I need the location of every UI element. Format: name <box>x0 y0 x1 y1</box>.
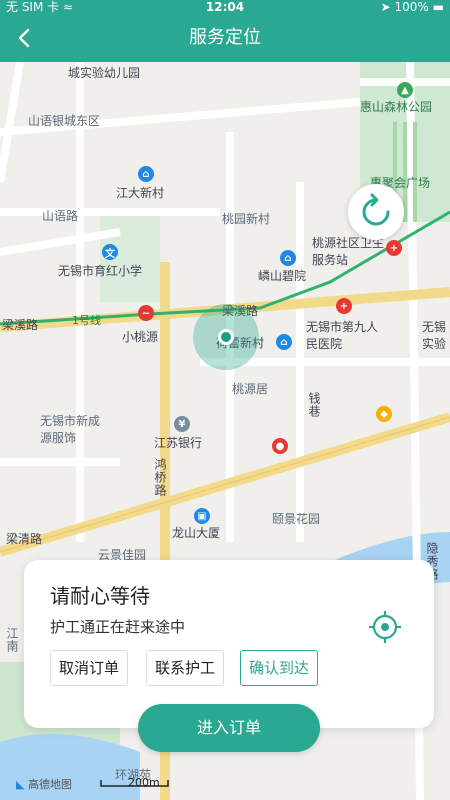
map-label-hongqiao: 鸿桥路 <box>153 458 167 497</box>
status-card: 请耐心等待 护工通正在赶来途中 取消订单 联系护工 确认到达 <box>24 560 434 728</box>
clinic-icon: + <box>386 240 402 256</box>
bank-icon: ¥ <box>174 416 190 432</box>
map-label-yijing: 颐景花园 <box>272 512 321 526</box>
cancel-order-button[interactable]: 取消订单 <box>50 650 129 686</box>
map-label-left-vert: 江南 <box>5 627 19 653</box>
card-title: 请耐心等待 <box>50 584 150 608</box>
food-icon: ● <box>272 438 288 454</box>
map-label-chengyuan: 无锡市新成源服饰 <box>40 414 101 445</box>
map-label-shanyin: 山语银城东区 <box>28 114 101 128</box>
building-icon: ▣ <box>194 508 210 524</box>
map-label-yuhong-school: 无锡市育红小学 <box>58 264 143 278</box>
status-bar: 无 SIM 卡 ≈ 12:04 ➤ 100% ▬ <box>0 0 450 14</box>
refresh-icon <box>362 193 390 226</box>
hospital-icon: + <box>336 298 352 314</box>
back-button[interactable] <box>10 24 38 52</box>
map-attribution-text: 高德地图 <box>27 778 72 791</box>
enter-order-button[interactable]: 进入订单 <box>138 704 320 752</box>
chevron-left-icon <box>18 28 30 48</box>
crosshair-icon <box>369 611 401 643</box>
map-label-line1: 1号线 <box>72 314 101 327</box>
contact-caregiver-button[interactable]: 联系护工 <box>146 650 225 686</box>
nav-bar: 服务定位 <box>0 14 450 62</box>
map-label-yuanbiyuan: 嶙山碧院 <box>258 269 307 283</box>
map-label-taoyuan: 桃园新村 <box>222 212 271 226</box>
house-icon: ⌂ <box>138 166 154 182</box>
map-label-kindergarten: 城实验幼儿园 <box>68 66 141 80</box>
map-label-wuxi-right: 无锡实验 <box>422 320 447 351</box>
scale-label: 200m <box>128 776 160 789</box>
confirm-arrival-button[interactable]: 确认到达 <box>240 650 319 686</box>
location-arrow-icon: ➤ <box>380 0 391 14</box>
map-label-taoyuanju: 桃源居 <box>232 382 269 396</box>
map-label-qianxiang: 钱巷 <box>307 392 321 418</box>
metro-station-icon: ~ <box>138 305 154 321</box>
battery-icon: ▬ <box>432 0 444 14</box>
map-label-xiaotaoyuan: 小桃源 <box>122 330 159 344</box>
battery-label: ➤ 100% ▬ <box>381 0 444 14</box>
map-label-hospital: 无锡市第九人民医院 <box>306 320 379 351</box>
map-label-liangqing: 梁清路 <box>6 532 43 546</box>
map-label-liangxi-left: 梁溪路 <box>2 318 39 332</box>
shop-icon: ◆ <box>376 406 392 422</box>
locate-button[interactable] <box>368 610 402 644</box>
park-icon: ▲ <box>397 82 413 98</box>
map-label-jiangsu-bank: 江苏银行 <box>154 436 203 450</box>
map-label-longshan: 龙山大厦 <box>172 526 221 540</box>
page-title: 服务定位 <box>189 27 261 48</box>
house-icon: ⌂ <box>276 334 292 350</box>
battery-percent: 100% <box>394 0 429 14</box>
map-label-huishan-park: 惠山森林公园 <box>360 100 433 114</box>
amap-logo-icon: ◣ <box>16 778 25 791</box>
map-label-jiangda: 江大新村 <box>116 186 165 200</box>
map-label-shanyu-road: 山语路 <box>42 209 79 223</box>
house-icon: ⌂ <box>280 250 296 266</box>
current-location-marker <box>218 329 234 345</box>
map-attribution: ◣ 高德地图 <box>16 776 72 792</box>
school-icon: 文 <box>102 244 118 260</box>
refresh-button[interactable] <box>348 184 404 240</box>
card-subtitle: 护工通正在赶来途中 <box>50 618 186 636</box>
